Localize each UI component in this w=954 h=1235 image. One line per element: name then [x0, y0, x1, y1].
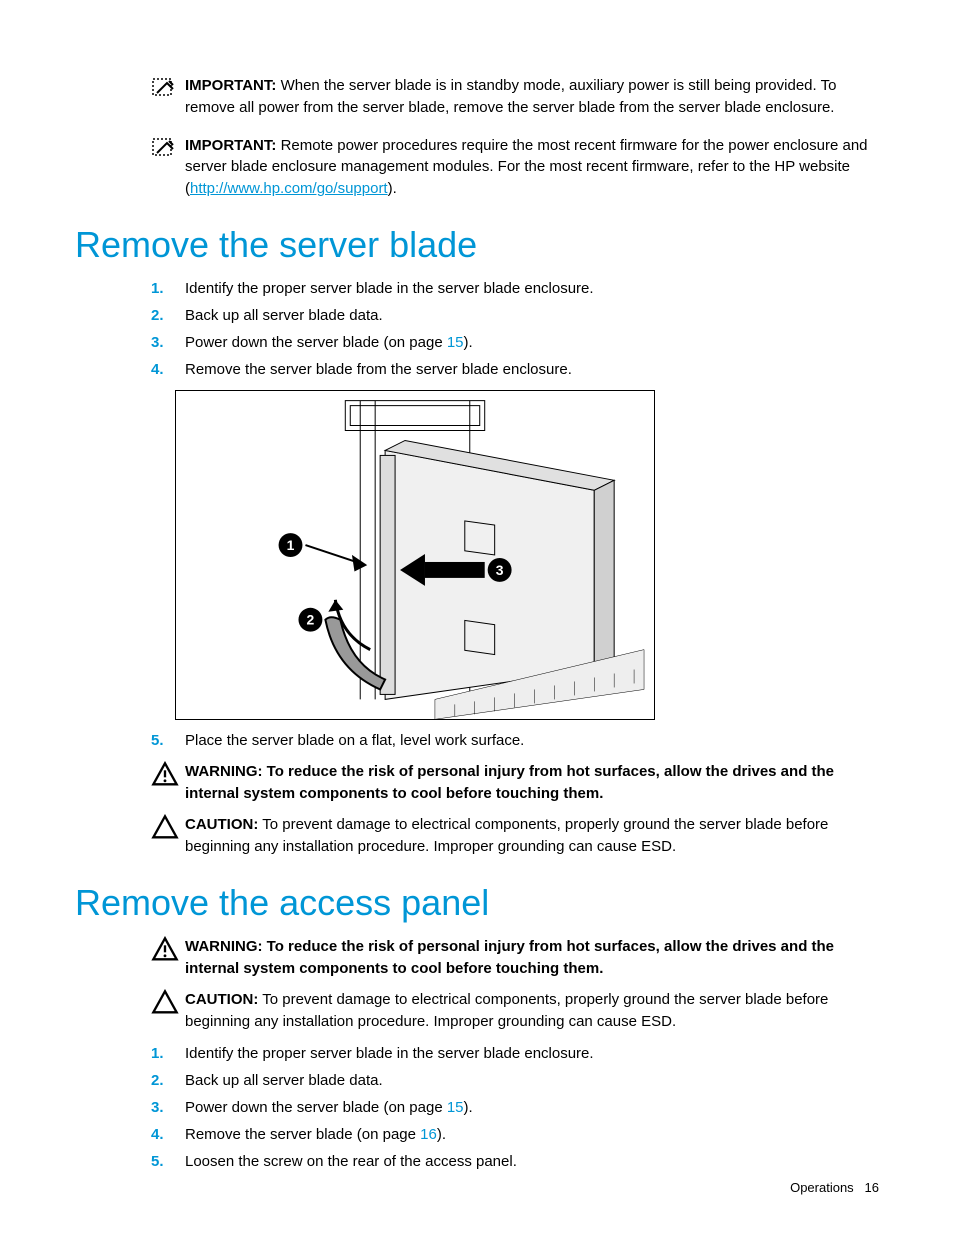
step-3-after: ). [464, 334, 473, 351]
important-label: IMPORTANT: [185, 77, 276, 94]
step-1: Identify the proper server blade in the … [151, 278, 879, 299]
important-1-body: When the server blade is in standby mode… [185, 77, 836, 116]
important-2-body-after: ). [388, 180, 397, 197]
step-2: Back up all server blade data. [151, 305, 879, 326]
svg-text:3: 3 [496, 562, 504, 578]
footer-section: Operations [790, 1180, 854, 1195]
svg-text:2: 2 [307, 611, 315, 627]
section1-steps-cont: Place the server blade on a flat, level … [75, 730, 879, 751]
important-icon [151, 135, 179, 159]
caution-body: To prevent damage to electrical componen… [185, 816, 828, 855]
step-4: Remove the server blade from the server … [151, 359, 879, 380]
warning-label: WARNING: [185, 763, 263, 780]
caution-icon [151, 989, 179, 1019]
warning-text: WARNING: To reduce the risk of personal … [185, 936, 879, 980]
section2-caution: CAUTION: To prevent damage to electrical… [75, 989, 879, 1033]
step-3: Power down the server blade (on page 15)… [151, 332, 879, 353]
server-blade-removal-figure: 1 2 3 [175, 390, 655, 720]
s2-step-4: Remove the server blade (on page 16). [151, 1124, 879, 1145]
s2-step-3-after: ). [464, 1099, 473, 1116]
svg-text:1: 1 [287, 537, 295, 553]
s2-step-5: Loosen the screw on the rear of the acce… [151, 1151, 879, 1172]
page-footer: Operations 16 [790, 1180, 879, 1195]
caution-label: CAUTION: [185, 816, 258, 833]
section1-steps: Identify the proper server blade in the … [75, 278, 879, 380]
important-label: IMPORTANT: [185, 137, 276, 154]
section2-steps: Identify the proper server blade in the … [75, 1043, 879, 1172]
warning-label: WARNING: [185, 938, 263, 955]
warning-text: WARNING: To reduce the risk of personal … [185, 761, 879, 805]
section1-caution: CAUTION: To prevent damage to electrical… [75, 814, 879, 858]
page-ref-15[interactable]: 15 [447, 334, 464, 351]
s2-step-1: Identify the proper server blade in the … [151, 1043, 879, 1064]
page-ref-16[interactable]: 16 [420, 1126, 437, 1143]
step-3-before: Power down the server blade (on page [185, 334, 447, 351]
warning-body: To reduce the risk of personal injury fr… [185, 938, 834, 977]
important-notice-2: IMPORTANT: Remote power procedures requi… [75, 135, 879, 200]
hp-support-link[interactable]: http://www.hp.com/go/support [190, 180, 388, 197]
page-ref-15[interactable]: 15 [447, 1099, 464, 1116]
important-2-text: IMPORTANT: Remote power procedures requi… [185, 135, 879, 200]
heading-remove-server-blade: Remove the server blade [75, 224, 879, 266]
caution-label: CAUTION: [185, 991, 258, 1008]
s2-step-2: Back up all server blade data. [151, 1070, 879, 1091]
important-notice-1: IMPORTANT: When the server blade is in s… [75, 75, 879, 119]
warning-body: To reduce the risk of personal injury fr… [185, 763, 834, 802]
footer-page: 16 [865, 1180, 879, 1195]
step-5: Place the server blade on a flat, level … [151, 730, 879, 751]
s2-step-3-before: Power down the server blade (on page [185, 1099, 447, 1116]
s2-step-4-before: Remove the server blade (on page [185, 1126, 420, 1143]
warning-icon [151, 761, 179, 791]
important-icon [151, 75, 179, 99]
important-1-text: IMPORTANT: When the server blade is in s… [185, 75, 879, 119]
heading-remove-access-panel: Remove the access panel [75, 882, 879, 924]
section2-warning: WARNING: To reduce the risk of personal … [75, 936, 879, 980]
s2-step-4-after: ). [437, 1126, 446, 1143]
caution-text: CAUTION: To prevent damage to electrical… [185, 814, 879, 858]
warning-icon [151, 936, 179, 966]
caution-icon [151, 814, 179, 844]
caution-text: CAUTION: To prevent damage to electrical… [185, 989, 879, 1033]
section1-warning: WARNING: To reduce the risk of personal … [75, 761, 879, 805]
s2-step-3: Power down the server blade (on page 15)… [151, 1097, 879, 1118]
caution-body: To prevent damage to electrical componen… [185, 991, 828, 1030]
